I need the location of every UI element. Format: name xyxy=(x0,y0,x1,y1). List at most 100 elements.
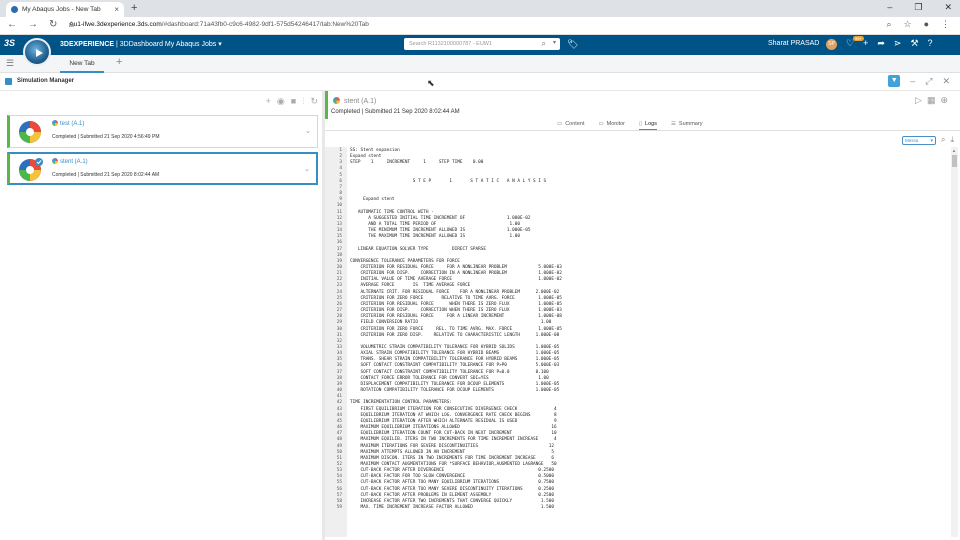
url-field[interactable]: eu1-ifwe.3dexperience.3ds.com/#dashboard… xyxy=(70,21,369,28)
chevron-down-icon[interactable]: ▾ xyxy=(218,41,222,48)
tab-label: Content xyxy=(565,121,585,127)
zoom-icon[interactable]: ⌕ xyxy=(886,19,891,30)
detail-tabs: ▭ Content ▭ Monitor ▯ Logs ☰ Summary xyxy=(557,121,702,130)
window-controls: – ❐ ✕ xyxy=(887,2,952,13)
help-icon[interactable]: ? xyxy=(928,38,933,49)
job-card-selected[interactable]: stent (A.1) Completed | Submitted 21 Sep… xyxy=(7,152,318,185)
job-name[interactable]: stent (A.1) xyxy=(52,158,88,165)
browser-menu-icon[interactable]: ⋮ xyxy=(941,19,950,30)
log-line-text: CUT-BACK FACTOR AFTER DIVERGENCE 0.2500 xyxy=(350,468,554,474)
close-widget-icon[interactable]: ✕ xyxy=(942,76,950,87)
log-line-text: CUT-BACK FACTOR AFTER PROBLEMS IN ELEMEN… xyxy=(350,492,554,498)
grid-icon[interactable]: ▦ xyxy=(927,95,936,106)
url-path: /#dashboard:71a43fb0-c9c6-4982-9df1-575d… xyxy=(161,21,369,28)
app-header: 3S 3DEXPERIENCE | 3DDashboard My Abaqus … xyxy=(0,35,960,55)
tab-logs[interactable]: ▯ Logs xyxy=(639,121,657,130)
tab-content[interactable]: ▭ Content xyxy=(557,121,584,130)
notifications-icon[interactable]: ♡ xyxy=(846,38,854,49)
job-thumbnail xyxy=(19,158,43,181)
add-tab-button[interactable]: + xyxy=(116,56,122,68)
job-card[interactable]: test (A.1) Completed | Submitted 21 Sep … xyxy=(7,115,318,148)
log-line-text: EQUILIBRIUM ITERATION AFTER WHICH ALTERN… xyxy=(350,418,557,424)
close-window-icon[interactable]: ✕ xyxy=(944,2,952,13)
forward-icon[interactable]: → xyxy=(28,19,38,30)
summary-icon: ☰ xyxy=(670,121,676,127)
job-name[interactable]: test (A.1) xyxy=(52,120,84,127)
stop-icon[interactable]: ■ xyxy=(291,96,296,107)
user-name[interactable]: Sharat PRASAD xyxy=(768,40,819,47)
log-line-text: MAXIMUM ITERATIONS FOR SEVERE DISCONTINU… xyxy=(350,443,554,449)
scroll-up-icon[interactable]: ▲ xyxy=(952,148,956,153)
model-icon xyxy=(52,120,58,126)
job-name-text: stent (A.1) xyxy=(60,159,88,165)
job-status: Completed | Submitted 21 Sep 2020 4:56:4… xyxy=(52,134,160,140)
search-icon[interactable]: ⌕ xyxy=(542,39,546,49)
log-line-text: CONVERGENCE TOLERANCE PARAMETERS FOR FOR… xyxy=(350,258,460,264)
log-line-text: MAXIMUM CONTACT AUGMENTATIONS FOR *SURFA… xyxy=(350,461,557,467)
log-line-text: CUT-BACK FACTOR AFTER TOO MANY EQUILIBRI… xyxy=(350,480,554,486)
share-icon[interactable]: ➦ xyxy=(877,38,885,49)
log-line-text: AUTOMATIC TIME CONTROL WITH - xyxy=(350,209,434,215)
address-bar: ← → ↻ ⌂ eu1-ifwe.3dexperience.3ds.com/#d… xyxy=(0,17,960,35)
log-scrollbar[interactable]: ▲ xyxy=(951,147,958,537)
download-icon[interactable]: ⤓ xyxy=(950,135,954,145)
expand-widget-icon[interactable]: ⤢ xyxy=(925,76,932,87)
compare-icon[interactable]: ⊕ xyxy=(940,95,948,106)
search-log-icon[interactable]: ⌕ xyxy=(941,135,945,145)
search-options-chevron-icon[interactable]: ▾ xyxy=(553,39,556,46)
minimize-widget-icon[interactable]: – xyxy=(910,76,915,86)
detail-toolbar: ▷ ▦ ⊕ xyxy=(915,95,948,106)
log-line-text: CONTACT FORCE ERROR TOLERANCE FOR CONVER… xyxy=(350,375,549,381)
logs-icon: ▯ xyxy=(639,121,643,127)
tools-icon[interactable]: ⚒ xyxy=(910,38,918,49)
browser-tab[interactable]: My Abaqus Jobs - New Tab × xyxy=(6,2,124,17)
chevron-down-icon[interactable]: ⌄ xyxy=(304,165,310,173)
chevron-down-icon[interactable]: ⌄ xyxy=(305,127,311,135)
search-input[interactable]: Search R1132100000787 - EUW1 ⌕ ▾ xyxy=(404,38,560,50)
widget-actions: ▼ – ⤢ ✕ xyxy=(888,75,950,87)
restore-icon[interactable]: ❐ xyxy=(914,2,922,13)
communities-icon[interactable]: ⋗ xyxy=(894,38,902,49)
widget-title: Simulation Manager xyxy=(17,78,75,84)
filter-list-icon[interactable]: ⫶ xyxy=(302,96,304,107)
log-line-text: S T E P 1 S T A T I C A N A L Y S I S xyxy=(350,178,547,184)
log-viewer[interactable]: 1 SS: Stent expansion 2 Expand stent 3 STEP 1… xyxy=(325,147,951,537)
run-icon[interactable]: ◉ xyxy=(277,96,285,107)
menu-icon[interactable]: ☰ xyxy=(6,58,14,69)
log-line-text: AND A TOTAL TIME PERIOD OF 1.00 xyxy=(350,221,520,227)
message-filter-value: Messa xyxy=(904,137,919,143)
log-line-text: STEP 1 INCREMENT 1 STEP TIME 0.00 xyxy=(350,160,484,166)
message-filter-select[interactable]: Messa ▾ xyxy=(901,135,936,145)
add-job-icon[interactable]: + xyxy=(266,96,271,107)
tab-summary[interactable]: ☰ Summary xyxy=(671,121,702,130)
close-tab-icon[interactable]: × xyxy=(114,5,119,14)
log-line: 31 CRITERION FOR ZERO DISP. RELATIVE TO … xyxy=(325,333,562,339)
log-line-text: Expand stent xyxy=(350,197,395,203)
log-line-text: EQUILIBRIUM ITERATION AT WHICH LOG. CONV… xyxy=(350,412,557,418)
back-icon[interactable]: ← xyxy=(7,19,17,30)
log-line-text: VOLUMETRIC STRAIN COMPATIBILITY TOLERANC… xyxy=(350,345,560,350)
compass-icon[interactable] xyxy=(23,38,51,66)
app-brand[interactable]: 3DEXPERIENCE | 3DDashboard My Abaqus Job… xyxy=(60,40,222,48)
avatar[interactable]: SP xyxy=(826,39,837,50)
line-number: 59 xyxy=(336,505,342,511)
profile-icon[interactable]: ● xyxy=(924,19,929,30)
log-line-text: TIME INCREMENTATION CONTROL PARAMETERS: xyxy=(350,400,452,406)
minimize-icon[interactable]: – xyxy=(887,2,892,13)
status-stripe xyxy=(325,91,328,119)
log-line-text: AVERAGE FORCE IS TIME AVERAGE FORCE xyxy=(350,283,471,289)
play-icon[interactable]: ▷ xyxy=(915,95,922,106)
filter-icon[interactable]: ▼ xyxy=(888,75,901,87)
tab-new-tab[interactable]: New Tab xyxy=(60,57,104,73)
tab-monitor[interactable]: ▭ Monitor xyxy=(598,121,625,130)
tag-icon[interactable]: 🏷 xyxy=(567,39,578,50)
scrollbar-thumb[interactable] xyxy=(952,155,957,167)
refresh-icon[interactable]: ↻ xyxy=(310,96,318,107)
log-line-text: CUT-BACK FACTOR FOR TOO SLOW CONVERGENCE… xyxy=(350,474,554,480)
detail-status: Completed | Submitted 21 Sep 2020 8:02:4… xyxy=(331,109,460,115)
bookmark-star-icon[interactable]: ☆ xyxy=(903,19,911,30)
log-line-text: SOFT CONTACT CONSTRAINT COMPATIBILITY TO… xyxy=(350,369,549,375)
add-icon[interactable]: + xyxy=(863,38,868,49)
new-browser-tab-button[interactable]: + xyxy=(131,2,137,14)
reload-icon[interactable]: ↻ xyxy=(49,19,57,30)
